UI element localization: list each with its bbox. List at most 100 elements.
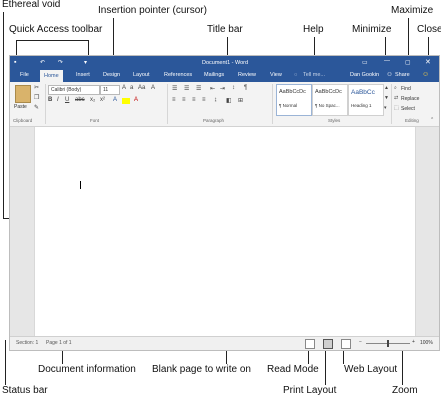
text-effects-icon[interactable]: A [113,97,117,103]
font-size-select[interactable]: 11 [100,85,120,95]
smiley-icon[interactable]: ☺ [422,71,429,78]
increase-indent-icon[interactable]: ⇥ [220,85,225,92]
replace-button[interactable]: Replace [401,96,419,102]
styles-scroll-up-icon[interactable]: ▲ [384,85,389,91]
group-label-editing: Editing [405,118,419,123]
font-name-value: Calibri (Body) [51,87,82,93]
tell-me-box[interactable]: Tell me... [303,72,325,78]
superscript-icon[interactable]: x² [100,97,105,103]
clear-formatting-icon[interactable]: A [151,85,155,91]
sort-icon[interactable]: ↕ [232,85,235,91]
maximize-button[interactable]: ▢ [405,59,411,66]
callout-status-bar: Status bar [2,385,48,396]
tab-review[interactable]: Review [238,72,256,78]
align-left-icon[interactable]: ≡ [172,97,176,103]
paste-button[interactable]: Paste [14,104,27,110]
copy-icon[interactable]: ❐ [34,94,39,101]
group-label-styles: Styles [328,118,341,123]
callout-blank-page: Blank page to write on [152,364,251,375]
borders-icon[interactable]: ⊞ [238,97,243,104]
blank-page[interactable] [34,127,416,336]
share-button[interactable]: Share [395,72,410,78]
find-icon: ⌕ [394,85,397,91]
leader-status-bar [5,340,6,385]
redo-icon[interactable]: ↷ [58,59,63,66]
tab-mailings[interactable]: Mailings [204,72,224,78]
highlight-color-icon[interactable] [122,98,130,104]
style-normal[interactable]: AaBbCcDc ¶ Normal [276,84,312,116]
decrease-indent-icon[interactable]: ⇤ [210,85,215,92]
read-mode-icon[interactable] [305,339,315,349]
undo-icon[interactable]: ↶ [40,59,45,66]
tab-view[interactable]: View [270,72,282,78]
callout-ethereal-void: Ethereal void [2,0,61,10]
bullets-icon[interactable]: ☰ [172,85,177,92]
callout-quick-access-toolbar: Quick Access toolbar [9,24,103,35]
callout-title-bar: Title bar [207,24,243,35]
save-icon[interactable]: ▪ [14,59,16,66]
insertion-pointer [80,181,81,189]
ribbon-display-options-icon[interactable]: ▭ [362,59,368,66]
tab-file[interactable]: File [20,72,29,78]
italic-icon[interactable]: I [57,97,59,103]
callout-help: Help [303,24,324,35]
zoom-slider-thumb[interactable] [387,340,389,347]
callout-web-layout: Web Layout [344,364,398,375]
line-spacing-icon[interactable]: ↨ [214,97,217,103]
select-button[interactable]: Select [401,106,415,112]
bold-icon[interactable]: B [48,97,52,103]
callout-insertion-pointer: Insertion pointer (cursor) [98,5,207,16]
tab-references[interactable]: References [164,72,192,78]
shading-icon[interactable]: ◧ [226,97,232,104]
section-indicator[interactable]: Section: 1 [16,340,38,346]
styles-more-icon[interactable]: ▾ [384,105,387,111]
style-name: ¶ No Spac... [315,103,340,108]
lightbulb-icon: ◌ [294,72,298,78]
group-label-font: Font [90,118,100,123]
tab-layout[interactable]: Layout [133,72,150,78]
underline-icon[interactable]: U [65,97,69,103]
numbering-icon[interactable]: ☰ [184,85,189,92]
title-bar: ▪ ↶ ↷ ▾ Document1 - Word ▭ — ▢ ✕ [10,56,439,70]
callout-zoom: Zoom [392,385,418,396]
align-center-icon[interactable]: ≡ [182,97,186,103]
replace-icon: ⇄ [394,95,399,101]
styles-scroll-down-icon[interactable]: ▼ [384,95,389,101]
collapse-ribbon-icon[interactable]: ⌃ [430,117,434,123]
tab-home[interactable]: Home [40,70,63,82]
minimize-button[interactable]: — [384,58,390,64]
tab-insert[interactable]: Insert [76,72,90,78]
leader-ethereal-void [3,12,4,218]
style-heading-1[interactable]: AaBbCc Heading 1 [348,84,384,116]
group-separator [391,84,392,124]
font-color-icon[interactable]: A [134,97,138,103]
align-right-icon[interactable]: ≡ [192,97,196,103]
clipboard-icon [15,85,31,103]
web-layout-icon[interactable] [341,339,351,349]
page-indicator[interactable]: Page 1 of 1 [46,340,72,346]
ribbon-home: Paste ✂ ❐ ✎ Clipboard Calibri (Body) 11 … [10,82,439,127]
grow-font-icon[interactable]: A [122,85,126,91]
customize-qat-icon[interactable]: ▾ [84,59,87,66]
font-name-select[interactable]: Calibri (Body) [48,85,100,95]
format-painter-icon[interactable]: ✎ [34,104,39,111]
multilevel-list-icon[interactable]: ☰ [196,85,201,92]
zoom-level[interactable]: 100% [420,340,433,346]
window-title: Document1 - Word [202,60,249,66]
cut-icon[interactable]: ✂ [34,84,39,91]
find-button[interactable]: Find [401,86,411,92]
leader-maximize [408,18,409,59]
show-formatting-icon[interactable]: ¶ [244,85,247,91]
change-case-icon[interactable]: Aa [138,85,145,91]
user-name[interactable]: Dan Gookin [350,72,379,78]
zoom-in-icon[interactable]: + [412,339,415,345]
justify-icon[interactable]: ≡ [202,97,206,103]
strikethrough-icon[interactable]: abc [75,97,85,103]
style-no-spacing[interactable]: AaBbCcDc ¶ No Spac... [312,84,348,116]
tab-design[interactable]: Design [103,72,120,78]
shrink-font-icon[interactable]: a [130,85,133,91]
zoom-out-icon[interactable]: − [359,339,362,345]
subscript-icon[interactable]: x₂ [90,97,95,103]
close-button[interactable]: ✕ [425,58,431,66]
print-layout-icon[interactable] [323,339,333,349]
